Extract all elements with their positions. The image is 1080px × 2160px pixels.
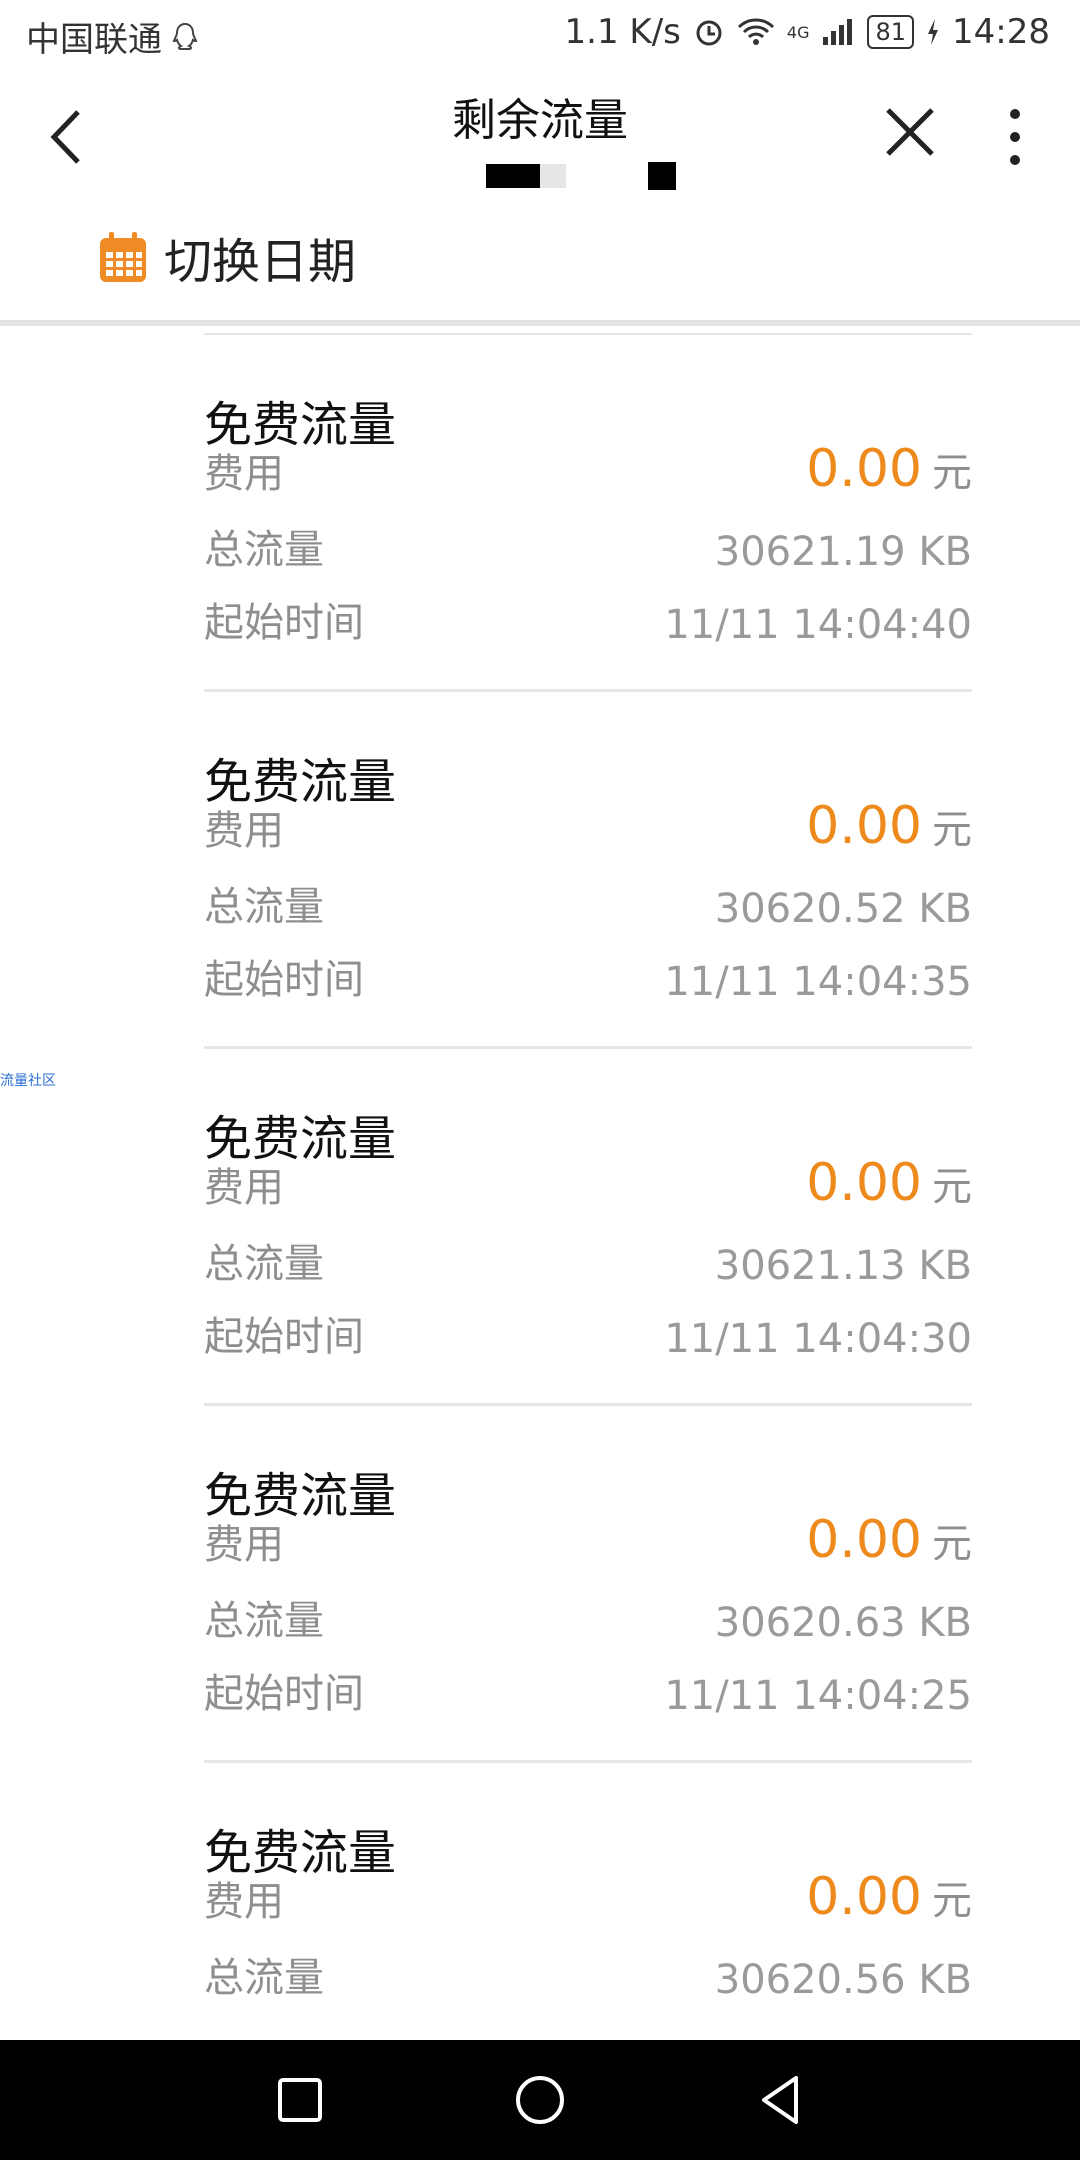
traffic-row: 总流量 30621.19 KB (204, 521, 972, 581)
calendar-icon (100, 232, 146, 282)
traffic-record-card: 免费流量 费用 0.00 元 总流量 30621.19 KB 起始时间 11/11… (204, 335, 972, 692)
fee-label: 费用 (204, 451, 284, 497)
carrier-name: 中国联通 (26, 20, 162, 60)
start-time-label: 起始时间 (204, 600, 364, 646)
start-time-row: 起始时间 11/11 14:04:40 (204, 594, 972, 654)
traffic-row: 总流量 30620.52 KB (204, 878, 972, 938)
fee-value: 0.00 元 (806, 1510, 972, 1570)
status-right: 1.1 K/s 4G 81 14:28 (565, 12, 1050, 52)
traffic-row: 总流量 30620.56 KB (204, 1949, 972, 2009)
traffic-label: 总流量 (204, 884, 324, 930)
traffic-record-card: 免费流量 费用 0.00 元 总流量 30620.63 KB 起始时间 11/11… (204, 1406, 972, 1763)
fee-value: 0.00 元 (806, 796, 972, 856)
fee-amount: 0.00 (806, 1153, 922, 1213)
fee-unit: 元 (932, 1164, 972, 1210)
redacted-block (486, 164, 540, 188)
traffic-value: 30620.63 KB (714, 1600, 972, 1646)
alarm-icon (696, 20, 722, 46)
traffic-record-card: 免费流量 费用 0.00 元 总流量 30620.52 KB 起始时间 11/11… (204, 692, 972, 1049)
fee-row: 费用 0.00 元 (204, 439, 972, 505)
start-time-value: 11/11 14:04:35 (664, 959, 972, 1005)
fee-unit: 元 (932, 807, 972, 853)
fee-amount: 0.00 (806, 1867, 922, 1927)
fee-label: 费用 (204, 1165, 284, 1211)
fee-label: 费用 (204, 1522, 284, 1568)
status-left: 中国联通 (26, 12, 198, 61)
fee-unit: 元 (932, 1878, 972, 1924)
fee-value: 0.00 元 (806, 1867, 972, 1927)
close-icon[interactable] (880, 102, 940, 162)
status-bar: 中国联通 1.1 K/s 4G 81 14:28 (0, 0, 1080, 72)
start-time-label: 起始时间 (204, 1314, 364, 1360)
fee-label: 费用 (204, 1879, 284, 1925)
fee-unit: 元 (932, 450, 972, 496)
qq-icon (172, 22, 198, 50)
clock: 14:28 (952, 12, 1050, 52)
back-triangle-icon[interactable] (750, 2070, 810, 2130)
traffic-label: 总流量 (204, 527, 324, 573)
more-menu-icon[interactable] (1000, 102, 1030, 172)
traffic-value: 30621.13 KB (714, 1243, 972, 1289)
home-icon[interactable] (510, 2070, 570, 2130)
fee-amount: 0.00 (806, 439, 922, 499)
fee-amount: 0.00 (806, 796, 922, 856)
battery-indicator: 81 (867, 15, 915, 49)
start-time-label: 起始时间 (204, 1671, 364, 1717)
traffic-label: 总流量 (204, 1241, 324, 1287)
traffic-value: 30620.52 KB (714, 886, 972, 932)
fee-amount: 0.00 (806, 1510, 922, 1570)
traffic-label: 总流量 (204, 1955, 324, 2001)
navigation-bar: 剩余流量 (0, 72, 1080, 202)
redacted-block (648, 162, 676, 190)
fee-row: 费用 0.00 元 (204, 1153, 972, 1219)
fee-value: 0.00 元 (806, 1153, 972, 1213)
start-time-value: 11/11 14:04:25 (664, 1673, 972, 1719)
traffic-label: 总流量 (204, 1598, 324, 1644)
traffic-record-card: 免费流量 费用 0.00 元 总流量 30621.13 KB 起始时间 11/11… (204, 1049, 972, 1406)
start-time-label: 起始时间 (204, 957, 364, 1003)
side-watermark: 流量社区 (0, 1073, 56, 1089)
start-time-value: 11/11 14:04:40 (664, 602, 972, 648)
redacted-block-gray (540, 164, 566, 188)
traffic-row: 总流量 30620.63 KB (204, 1592, 972, 1652)
traffic-value: 30621.19 KB (714, 529, 972, 575)
network-speed: 1.1 K/s (564, 12, 681, 52)
traffic-value: 30620.56 KB (714, 1957, 972, 2003)
recent-apps-icon[interactable] (270, 2070, 330, 2130)
wifi-icon (737, 18, 774, 45)
fee-row: 费用 0.00 元 (204, 1867, 972, 1933)
start-time-value: 11/11 14:04:30 (664, 1316, 972, 1362)
traffic-row: 总流量 30621.13 KB (204, 1235, 972, 1295)
fee-row: 费用 0.00 元 (204, 796, 972, 862)
fee-label: 费用 (204, 808, 284, 854)
date-switch-button[interactable]: 切换日期 (98, 222, 356, 292)
start-time-row: 起始时间 11/11 14:04:35 (204, 951, 972, 1011)
date-switch-label: 切换日期 (164, 234, 357, 290)
fee-value: 0.00 元 (806, 439, 972, 499)
signal-icon (823, 19, 853, 45)
charging-icon (928, 19, 939, 45)
start-time-row: 起始时间 11/11 14:04:25 (204, 1665, 972, 1725)
start-time-row: 起始时间 11/11 14:04:30 (204, 1308, 972, 1368)
network-type: 4G (786, 22, 810, 42)
fee-unit: 元 (932, 1521, 972, 1567)
header-divider (0, 320, 1080, 326)
system-navigation-bar (0, 2040, 1080, 2160)
fee-row: 费用 0.00 元 (204, 1510, 972, 1576)
traffic-record-list: 免费流量 费用 0.00 元 总流量 30621.19 KB 起始时间 11/11… (204, 333, 972, 2117)
